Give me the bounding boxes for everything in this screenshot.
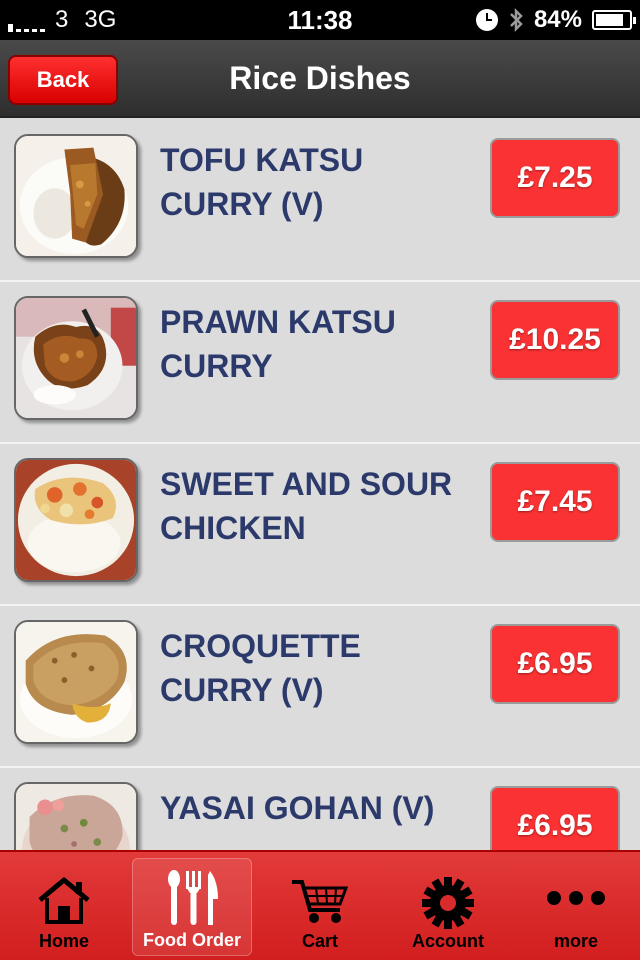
dish-photo	[14, 134, 138, 258]
list-item[interactable]: CROQUETTE CURRY (V) £6.95	[0, 606, 640, 768]
price-button[interactable]: £7.25	[490, 138, 620, 218]
list-item[interactable]: PRAWN KATSU CURRY £10.25	[0, 282, 640, 444]
dish-photo	[14, 620, 138, 744]
dish-photo	[14, 458, 138, 582]
status-bar: 3 3G 11:38 84%	[0, 0, 640, 40]
battery-icon	[592, 10, 636, 30]
dish-photo	[14, 296, 138, 420]
dish-list[interactable]: TOFU KATSU CURRY (V) £7.25 PRAWN KATSU C…	[0, 120, 640, 850]
bluetooth-icon	[510, 7, 523, 33]
tab-more[interactable]: more	[516, 858, 636, 956]
tab-food-order[interactable]: Food Order	[132, 858, 252, 956]
dish-name: YASAI GOHAN (V)	[160, 790, 435, 826]
cutlery-icon	[133, 869, 251, 925]
back-button[interactable]: Back	[8, 55, 118, 105]
price-button[interactable]: £10.25	[490, 300, 620, 380]
tab-label: Home	[38, 931, 89, 951]
tab-home[interactable]: Home	[4, 858, 124, 956]
tab-account[interactable]: Account	[388, 858, 508, 956]
alarm-clock-icon	[475, 9, 498, 31]
tab-label: Cart	[301, 931, 338, 951]
dish-name: PRAWN KATSU CURRY	[160, 304, 396, 384]
list-item[interactable]: YASAI GOHAN (V) £6.95	[0, 768, 640, 850]
list-item[interactable]: SWEET AND SOUR CHICKEN £7.45	[0, 444, 640, 606]
price-button[interactable]: £7.45	[490, 462, 620, 542]
dish-name: CROQUETTE CURRY (V)	[160, 628, 361, 708]
cart-icon	[260, 876, 380, 932]
tab-cart[interactable]: Cart	[260, 858, 380, 956]
gear-icon	[388, 876, 508, 932]
dish-photo	[14, 782, 138, 850]
navigation-bar: Rice Dishes Back	[0, 40, 640, 118]
price-button[interactable]: £6.95	[490, 624, 620, 704]
tab-label: more	[553, 931, 598, 951]
dish-name: TOFU KATSU CURRY (V)	[160, 142, 364, 222]
tab-bar: Home Food Order Cart Account more	[0, 850, 640, 960]
battery-percent: 84%	[533, 6, 582, 33]
home-icon	[4, 876, 124, 932]
dish-name: SWEET AND SOUR CHICKEN	[160, 466, 453, 546]
price-button[interactable]: £6.95	[490, 786, 620, 850]
tab-label: Food Order	[143, 930, 241, 950]
list-item[interactable]: TOFU KATSU CURRY (V) £7.25	[0, 120, 640, 282]
tab-label: Account	[412, 931, 484, 951]
